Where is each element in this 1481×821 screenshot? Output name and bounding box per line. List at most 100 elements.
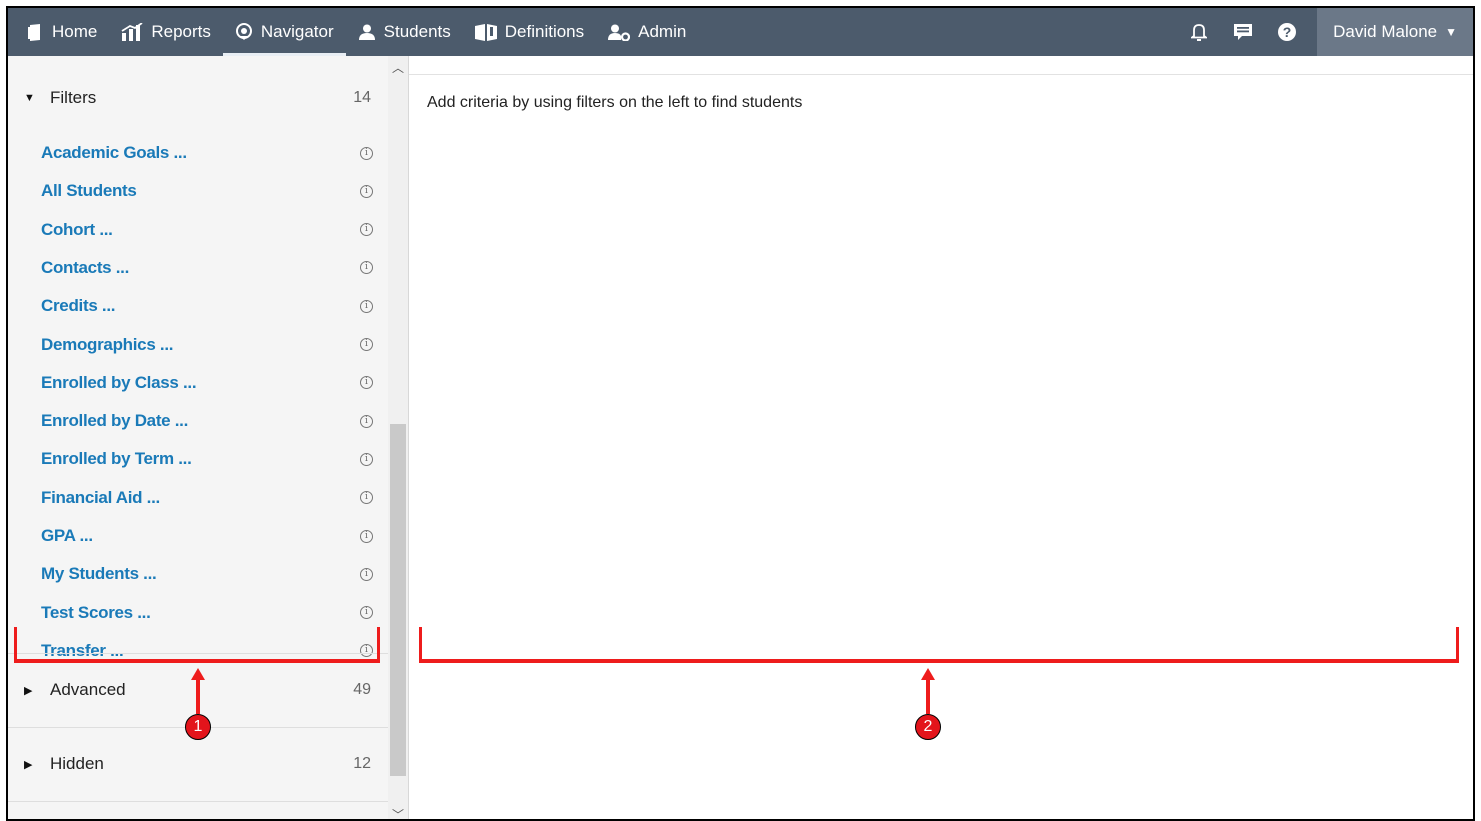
nav-reports[interactable]: Reports [109,8,223,56]
advanced-label: Advanced [50,680,126,699]
filter-item-label: Enrolled by Date ... [41,411,189,431]
filter-item-label: Academic Goals ... [41,143,187,162]
svg-text:?: ? [1283,24,1292,40]
filter-item-label: Contacts ... [41,257,130,277]
filter-item-label: Financial Aid ... [41,487,160,507]
home-icon [26,23,44,41]
callout-1: 1 [185,714,211,740]
main-top-border [409,74,1473,75]
students-icon [358,23,376,41]
chat-icon[interactable] [1221,8,1265,56]
filter-item[interactable]: Enrolled by Date ... i [8,403,388,439]
info-icon[interactable]: i [360,414,373,428]
info-icon[interactable]: i [360,223,373,237]
filter-item-label: My Students ... [41,564,157,584]
filter-item[interactable]: Financial Aid ... i [8,480,388,516]
info-icon[interactable]: i [360,261,373,275]
hidden-count: 12 [353,755,371,772]
navigator-icon [235,23,253,41]
divider [8,653,388,654]
bell-icon[interactable] [1177,8,1221,56]
filter-item[interactable]: Test Scores ... i [8,595,388,631]
filter-item[interactable]: My Students ... i [8,556,388,592]
nav-home[interactable]: Home [8,8,109,56]
callout-2: 2 [915,714,941,740]
advanced-count: 49 [353,681,371,698]
caret-down-icon: ▼ [1445,25,1457,39]
info-icon[interactable]: i [360,567,373,581]
scroll-thumb[interactable] [390,424,406,776]
user-menu[interactable]: David Malone ▼ [1317,8,1473,56]
filter-item-label: Demographics ... [41,334,174,354]
top-nav: Home Reports Navigator Students Definiti… [8,8,1473,56]
filters-label: Filters [50,88,97,107]
filter-item-label: Cohort ... [41,219,113,239]
bracket-1-bottom [14,659,380,663]
info-icon[interactable]: i [360,606,373,620]
filters-count: 14 [353,89,371,106]
bracket-2-left [419,627,422,663]
nav-definitions[interactable]: Definitions [463,8,596,56]
filters-section-header[interactable]: ▼ Filters 14 [8,80,388,116]
filter-item-label: Enrolled by Class ... [41,372,197,392]
triangle-down-icon: ▼ [24,92,35,104]
info-icon[interactable]: i [360,299,373,313]
filter-item-label: Test Scores ... [41,602,151,622]
bracket-1-right [377,627,380,663]
info-icon[interactable]: i [360,338,373,351]
nav-reports-label: Reports [151,22,211,41]
filter-item[interactable]: Credits ... i [8,288,388,324]
info-icon[interactable]: i [360,644,373,658]
empty-state-message: Add criteria by using filters on the lef… [427,94,803,111]
filter-item-label: Enrolled by Term ... [41,449,192,469]
filter-item[interactable]: Enrolled by Class ... i [8,365,388,401]
divider [8,801,388,802]
nav-navigator-label: Navigator [260,22,334,41]
nav-right: ? David Malone ▼ [1177,8,1473,56]
reports-icon [121,23,143,41]
nav-admin-label: Admin [638,22,687,41]
nav-admin[interactable]: Admin [596,8,698,56]
help-icon[interactable]: ? [1265,8,1309,56]
triangle-right-icon: ▶ [24,684,33,697]
filter-item-label: All Students [41,181,137,201]
filter-item[interactable]: All Students i [8,173,388,209]
bracket-2-right [1456,627,1459,663]
bracket-1-left [14,627,17,663]
filter-item[interactable]: Academic Goals ... i [8,135,388,171]
filter-item-label: Transfer ... [41,640,124,660]
info-icon[interactable]: i [360,376,373,390]
filter-item[interactable]: Cohort ... i [8,212,388,248]
filter-item[interactable]: Demographics ... i [8,327,388,363]
arrow-1-head [191,668,205,680]
filter-item[interactable]: GPA ... i [8,518,388,554]
info-icon[interactable]: i [360,491,373,505]
arrow-2-head [921,668,935,680]
info-icon[interactable]: i [360,452,373,466]
filter-item[interactable]: Enrolled by Term ... i [8,441,388,477]
arrow-2-shaft [926,680,930,714]
hidden-section-header[interactable]: ▶ Hidden 12 [8,746,388,782]
definitions-icon [474,23,497,41]
hidden-label: Hidden [50,754,104,773]
info-icon[interactable]: i [360,146,373,160]
filter-item[interactable]: Contacts ... i [8,250,388,286]
filter-item[interactable]: Transfer ... i [8,633,388,669]
scroll-down-icon[interactable]: ﹀ [388,805,408,820]
sidebar-scrollbar[interactable]: ︿ ﹀ [388,56,408,820]
nav-home-label: Home [52,22,98,41]
nav-students-label: Students [383,22,451,41]
panel-divider [408,56,409,819]
bracket-2-bottom [419,659,1459,663]
filter-item-label: Credits ... [41,296,116,316]
scroll-up-icon[interactable]: ︿ [388,58,408,76]
nav-students[interactable]: Students [346,8,463,56]
filter-item-label: GPA ... [41,526,93,545]
user-name: David Malone [1333,22,1438,41]
app-window: Home Reports Navigator Students Definiti… [6,6,1475,821]
info-icon[interactable]: i [360,529,373,543]
info-icon[interactable]: i [360,184,373,198]
nav-navigator[interactable]: Navigator [222,8,346,56]
nav-definitions-label: Definitions [504,22,585,41]
arrow-1-shaft [196,680,200,714]
